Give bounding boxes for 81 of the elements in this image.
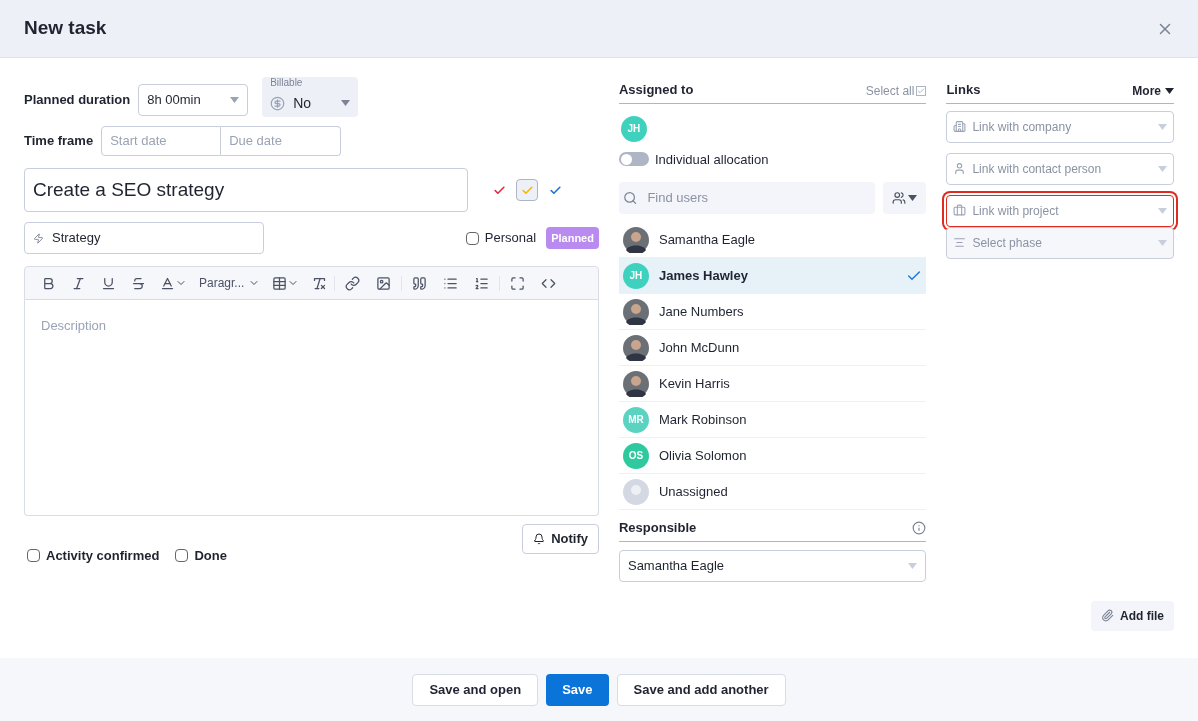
user-list-item[interactable]: Kevin Harris	[618, 366, 927, 402]
user-list-item[interactable]: JH James Hawley	[618, 258, 927, 294]
caret-icon	[1158, 165, 1167, 172]
notify-button[interactable]: Notify	[522, 524, 599, 554]
checkbox-label: Activity confirmed	[46, 547, 160, 565]
select-all-checkbox[interactable]	[916, 85, 927, 96]
user-avatar	[622, 478, 649, 505]
company-icon	[953, 120, 967, 133]
caret-icon	[1165, 87, 1174, 94]
caret-icon	[908, 195, 918, 201]
format-icon[interactable]	[376, 275, 392, 291]
format-icon[interactable]	[130, 275, 146, 291]
paperclip-icon	[1101, 609, 1114, 622]
format-icon[interactable]	[70, 275, 86, 291]
lightning-icon	[33, 232, 44, 244]
footer-button[interactable]: Save	[546, 673, 609, 706]
caret-icon	[341, 100, 351, 106]
more-menu[interactable]: More	[1132, 81, 1174, 100]
checkbox[interactable]	[175, 549, 189, 563]
duration-select[interactable]: 8h 00min	[138, 84, 249, 116]
responsible-select[interactable]: Samantha Eagle	[618, 549, 927, 582]
section-heading: Links	[946, 81, 981, 99]
user-avatar	[622, 334, 649, 361]
caret-icon	[1158, 123, 1167, 130]
section-heading: Assigned to	[618, 81, 694, 99]
user-list-item[interactable]: Jane Numbers	[618, 294, 927, 330]
start-date-field[interactable]: Start date	[101, 126, 222, 156]
table-icon[interactable]	[272, 275, 288, 291]
users-icon	[892, 191, 907, 205]
toggle-label: Individual allocation	[654, 150, 769, 169]
user-avatar	[622, 370, 649, 397]
caret-icon	[1158, 239, 1167, 246]
checkbox[interactable]	[27, 549, 40, 563]
field-label: Planned duration	[24, 91, 131, 110]
dialog-title: New task	[24, 16, 107, 41]
billable-select[interactable]: Billable No	[262, 77, 359, 117]
clear-format-icon[interactable]	[312, 275, 328, 291]
project-icon	[953, 204, 967, 217]
user-list-item[interactable]: OS Olivia Solomon	[618, 438, 927, 474]
status-badge: Planned	[546, 226, 599, 250]
user-avatar	[622, 298, 649, 325]
toggle-switch[interactable]	[618, 152, 649, 167]
section-heading: Responsible	[618, 519, 697, 537]
search-field[interactable]: Find users	[618, 182, 876, 214]
footer-button[interactable]: Save and open	[412, 673, 539, 706]
search-input[interactable]: Find users	[647, 188, 872, 208]
due-date-field[interactable]: Due date	[221, 126, 342, 156]
task-title-field[interactable]: Create a SEO strategy	[24, 168, 468, 212]
caret-icon	[230, 97, 240, 103]
info-icon[interactable]	[912, 520, 927, 535]
caret-icon	[908, 562, 918, 569]
category-field[interactable]: Strategy	[24, 222, 264, 254]
format-icon[interactable]	[412, 275, 428, 291]
user-avatar	[622, 226, 649, 253]
description-field[interactable]: Description	[24, 300, 599, 516]
block-format-select[interactable]: Paragr...	[193, 274, 267, 292]
text-color-icon[interactable]	[159, 275, 175, 291]
caret-icon	[1158, 207, 1167, 214]
search-icon	[622, 190, 638, 206]
user-avatar: OS	[622, 442, 649, 469]
user-list-item[interactable]: MR Mark Robinson	[618, 402, 927, 438]
user-avatar: JH	[620, 115, 647, 142]
contact-icon	[953, 162, 967, 175]
field-label: Time frame	[24, 132, 94, 151]
user-list-item[interactable]: John McDunn	[618, 330, 927, 366]
checkbox[interactable]	[465, 231, 479, 245]
user-filter-button[interactable]	[883, 182, 927, 214]
format-icon[interactable]	[474, 275, 490, 291]
bell-icon	[533, 533, 546, 545]
user-avatar: MR	[622, 406, 649, 433]
add-file-button[interactable]: Add file	[1091, 600, 1174, 631]
format-icon[interactable]	[345, 275, 361, 291]
format-icon[interactable]	[510, 275, 526, 291]
format-icon[interactable]	[443, 275, 459, 291]
footer-button[interactable]: Save and add another	[616, 673, 786, 706]
checkbox-label: Done	[194, 547, 227, 565]
checkbox-label: Personal	[484, 229, 537, 248]
user-list-item[interactable]: Unassigned	[618, 474, 927, 510]
format-icon[interactable]	[100, 275, 116, 291]
phase-icon	[953, 236, 967, 249]
user-avatar: JH	[622, 262, 649, 289]
